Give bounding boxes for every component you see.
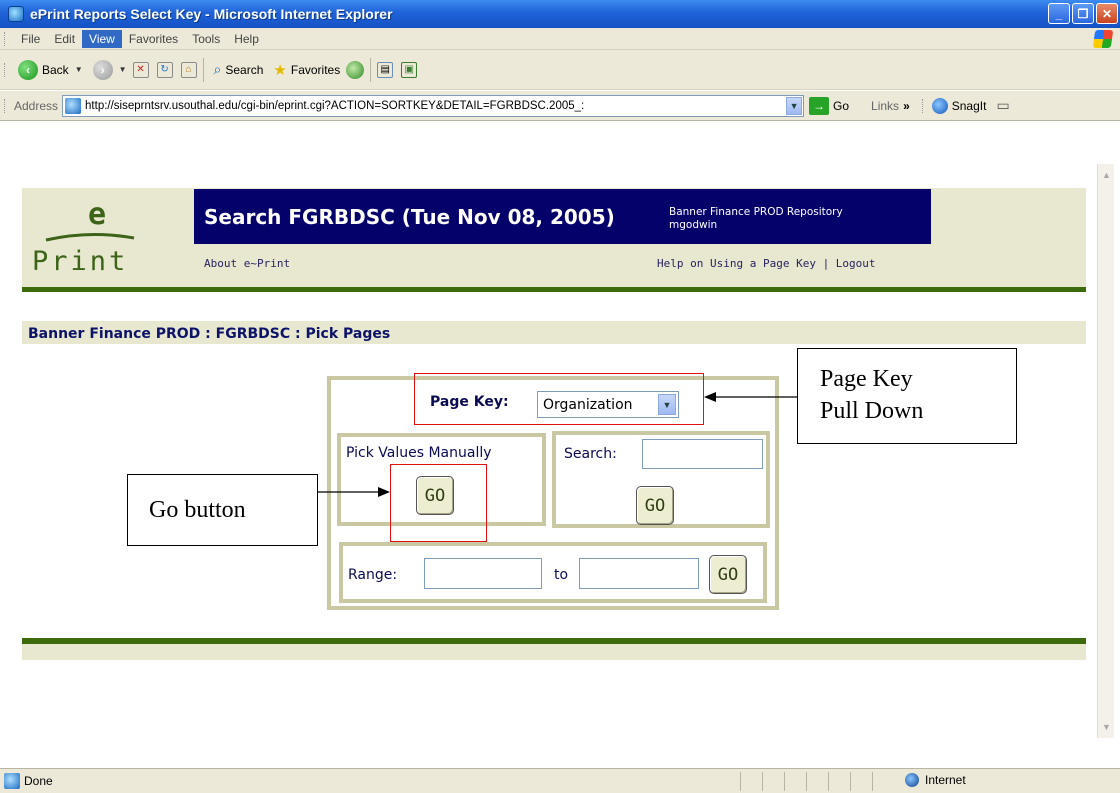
header-divider: [22, 287, 1086, 292]
snagit-icon: [931, 97, 948, 114]
page-done-icon: [4, 773, 20, 789]
address-url[interactable]: http://siseprntsrv.usouthal.edu/cgi-bin/…: [85, 100, 786, 112]
zone-label: Internet: [925, 773, 966, 787]
page-icon: [65, 97, 82, 114]
back-dropdown-icon[interactable]: ▼: [75, 65, 83, 74]
page-key-highlight-frame: [414, 373, 704, 425]
snagit-button[interactable]: SnagIt: [952, 99, 987, 113]
menu-file[interactable]: File: [14, 30, 47, 48]
menu-favorites[interactable]: Favorites: [122, 30, 185, 48]
repository-name: Banner Finance PROD Repository: [669, 206, 843, 218]
address-dropdown-icon[interactable]: ▼: [786, 96, 803, 115]
toolbar-separator-2: [370, 57, 372, 82]
search-icon: ⌕: [213, 61, 222, 77]
title-bar: ePrint Reports Select Key - Microsoft In…: [0, 0, 1120, 28]
range-from-input[interactable]: [424, 558, 542, 589]
go-button-callout: Go button: [127, 474, 318, 546]
links-toolbar[interactable]: Links: [871, 99, 899, 113]
favorites-label: Favorites: [290, 62, 341, 77]
toolbar-grip: [4, 62, 8, 77]
maximize-button[interactable]: ❐: [1072, 3, 1094, 24]
search-button[interactable]: ⌕ Search: [210, 59, 268, 80]
scroll-up-icon[interactable]: ▲: [1099, 167, 1114, 183]
range-box: [339, 542, 767, 603]
range-to-input[interactable]: [579, 558, 699, 589]
snagit-capture-icon[interactable]: ▭: [996, 97, 1009, 114]
go-button-callout-text: Go button: [149, 496, 246, 523]
stop-icon[interactable]: ✕: [132, 61, 149, 78]
print-icon[interactable]: ▤: [377, 61, 394, 78]
menu-tools[interactable]: Tools: [185, 30, 227, 48]
pick-manual-label: Pick Values Manually: [346, 445, 492, 461]
range-to-label: to: [554, 567, 569, 583]
standard-toolbar: ‹ Back ▼ › ▼ ✕ ↻ ⌂ ⌕ Search ★ Favorites …: [0, 50, 1120, 90]
eprint-logo-e: e: [88, 197, 107, 232]
toolbar-separator: [202, 57, 204, 82]
page-key-callout: Page Key Pull Down: [797, 348, 1017, 444]
status-text: Done: [24, 774, 53, 788]
forward-dropdown-icon[interactable]: ▼: [119, 65, 127, 74]
window-title: ePrint Reports Select Key - Microsoft In…: [30, 6, 393, 22]
page-key-callout-line1: Page Key: [820, 366, 913, 392]
forward-arrow-icon: ›: [92, 59, 113, 80]
search-values-label: Search:: [564, 446, 617, 462]
scroll-down-icon[interactable]: ▼: [1099, 719, 1114, 735]
address-grip: [4, 98, 8, 113]
security-zone: Internet: [905, 773, 966, 787]
go-arrow-icon[interactable]: →: [809, 96, 830, 115]
vertical-scrollbar[interactable]: ▲ ▼: [1097, 164, 1114, 738]
forward-button[interactable]: ›: [89, 58, 117, 82]
search-title-banner: Search FGRBDSC (Tue Nov 08, 2005) Banner…: [194, 189, 931, 244]
back-button[interactable]: ‹ Back: [14, 58, 73, 82]
back-arrow-icon: ‹: [18, 59, 38, 80]
window-controls: _ ❐ ✕: [1048, 3, 1118, 24]
links-chevron-icon[interactable]: »: [903, 99, 910, 113]
menu-help[interactable]: Help: [227, 30, 266, 48]
menu-grip: [4, 31, 8, 46]
range-go-button[interactable]: GO: [709, 555, 747, 594]
search-go-button[interactable]: GO: [636, 486, 674, 525]
menu-view[interactable]: View: [82, 29, 122, 48]
address-bar: Address http://siseprntsrv.usouthal.edu/…: [0, 91, 1120, 121]
about-eprint-link[interactable]: About e~Print: [204, 257, 290, 270]
page-key-callout-line2: Pull Down: [820, 398, 924, 424]
address-field[interactable]: http://siseprntsrv.usouthal.edu/cgi-bin/…: [62, 94, 805, 117]
snagit-grip: [921, 98, 926, 113]
menu-bar: File Edit View Favorites Tools Help: [0, 28, 1120, 50]
address-label: Address: [14, 98, 59, 113]
footer-band: [22, 644, 1086, 660]
range-label: Range:: [348, 567, 398, 583]
eprint-logo-print: Print: [32, 246, 129, 277]
globe-icon: [905, 773, 919, 787]
go-button-highlight-frame: [390, 464, 487, 542]
star-icon: ★: [273, 61, 287, 79]
search-values-input[interactable]: [642, 439, 763, 469]
address-go-button[interactable]: Go: [833, 99, 849, 113]
status-cells: [740, 772, 894, 791]
logo-swoosh-icon: [45, 232, 135, 242]
media-icon[interactable]: ▣: [401, 61, 418, 78]
status-bar: Done Internet: [0, 768, 1120, 793]
back-label: Back: [42, 62, 69, 77]
breadcrumb: Banner Finance PROD : FGRBDSC : Pick Pag…: [28, 326, 391, 342]
favorites-button[interactable]: ★ Favorites: [269, 59, 344, 81]
help-logout-links[interactable]: Help on Using a Page Key | Logout: [657, 257, 876, 270]
close-button[interactable]: ✕: [1096, 3, 1118, 24]
page-title: Search FGRBDSC (Tue Nov 08, 2005): [204, 205, 615, 229]
history-icon[interactable]: [346, 60, 365, 79]
minimize-button[interactable]: _: [1048, 3, 1070, 24]
menu-edit[interactable]: Edit: [47, 30, 82, 48]
search-label: Search: [225, 62, 264, 77]
home-icon[interactable]: ⌂: [180, 61, 197, 78]
windows-logo-icon: [1092, 30, 1114, 48]
ie-icon: [8, 6, 24, 22]
refresh-icon[interactable]: ↻: [156, 61, 173, 78]
user-name: mgodwin: [669, 219, 718, 231]
